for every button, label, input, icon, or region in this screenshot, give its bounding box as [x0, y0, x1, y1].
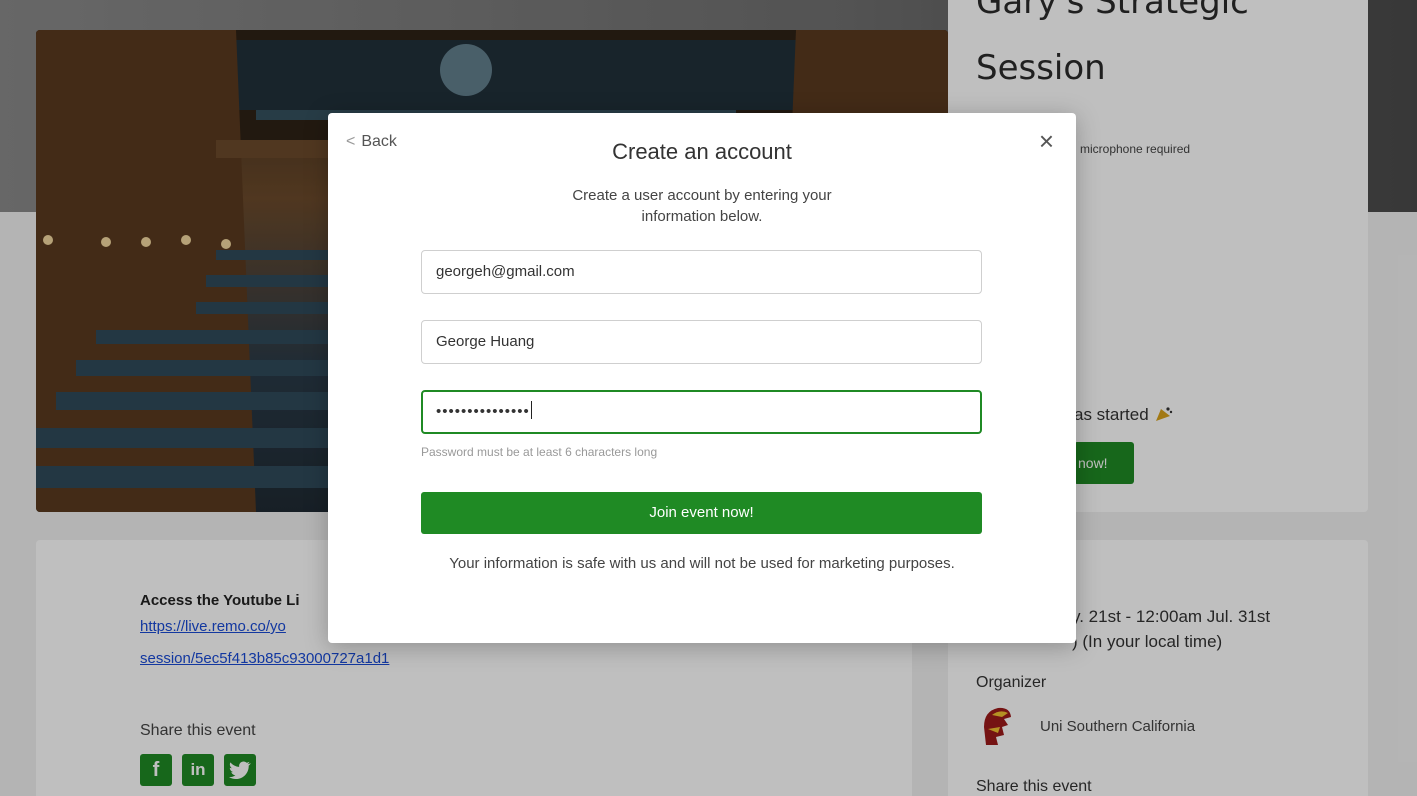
dialog-subtitle: Create a user account by entering your i… — [572, 187, 832, 225]
privacy-note: Your information is safe with us and wil… — [449, 555, 955, 572]
password-hint: Password must be at least 6 characters l… — [421, 445, 658, 459]
join-event-button[interactable]: Join event now! — [421, 492, 982, 534]
password-field[interactable]: ••••••••••••••• — [421, 390, 982, 434]
text-caret — [530, 401, 532, 419]
password-masked-value: ••••••••••••••• — [436, 403, 530, 420]
create-account-dialog: < Back × Create an account Create a user … — [328, 113, 1076, 643]
name-field[interactable]: George Huang — [421, 320, 982, 364]
email-field[interactable]: georgeh@gmail.com — [421, 250, 982, 294]
dialog-title: Create an account — [612, 139, 792, 164]
